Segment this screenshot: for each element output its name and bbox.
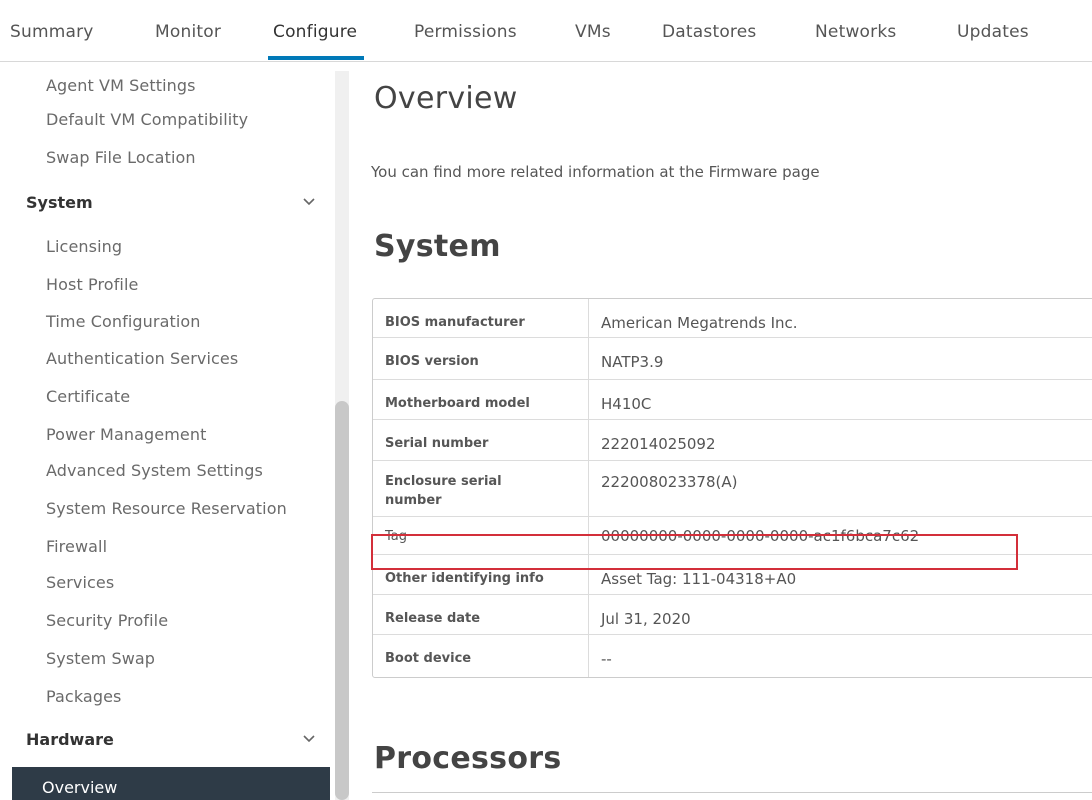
sidebar-item-system-swap[interactable]: System Swap [46, 649, 155, 668]
row-value: 00000000-0000-0000-0000-ac1f6bca7c62 [601, 527, 920, 545]
chevron-down-icon [303, 735, 315, 743]
row-label: Tag [373, 517, 589, 554]
row-label: Release date [373, 595, 589, 634]
sidebar-item-system-resource-reservation[interactable]: System Resource Reservation [46, 499, 287, 518]
sidebar-item-advanced-system-settings[interactable]: Advanced System Settings [46, 461, 263, 480]
tab-monitor[interactable]: Monitor [155, 22, 221, 42]
row-value: NATP3.9 [601, 353, 664, 371]
row-value: -- [601, 650, 612, 668]
tab-updates[interactable]: Updates [957, 22, 1029, 42]
row-label: Enclosure serial number [373, 461, 589, 516]
row-label: Motherboard model [373, 380, 589, 419]
sidebar-item-host-profile[interactable]: Host Profile [46, 275, 138, 294]
table-row: Serial number 222014025092 [373, 420, 1092, 461]
sidebar-group-system[interactable]: System [26, 193, 326, 212]
page-title: Overview [374, 81, 518, 116]
sidebar-item-authentication-services[interactable]: Authentication Services [46, 349, 238, 368]
row-value: Jul 31, 2020 [601, 610, 691, 628]
table-row: Enclosure serial number 222008023378(A) [373, 461, 1092, 517]
processors-table [372, 792, 1092, 800]
table-row: Motherboard model H410C [373, 380, 1092, 420]
sidebar-item-default-vm-compatibility[interactable]: Default VM Compatibility [46, 110, 248, 129]
row-value: Asset Tag: 111-04318+A0 [601, 570, 797, 588]
processors-heading: Processors [374, 741, 562, 776]
row-value: H410C [601, 395, 652, 413]
table-row: BIOS manufacturer American Megatrends In… [373, 299, 1092, 338]
sidebar-group-label: Hardware [26, 730, 114, 749]
table-row: Other identifying info Asset Tag: 111-04… [373, 555, 1092, 595]
sidebar-item-label: Overview [42, 778, 118, 797]
tab-vms[interactable]: VMs [575, 22, 611, 42]
sidebar-group-label: System [26, 193, 93, 212]
row-label: Other identifying info [373, 555, 589, 594]
host-configure-view: Summary Monitor Configure Permissions VM… [0, 0, 1092, 800]
system-info-table: BIOS manufacturer American Megatrends In… [372, 298, 1092, 678]
sidebar-item-licensing[interactable]: Licensing [46, 237, 122, 256]
tab-datastores[interactable]: Datastores [662, 22, 756, 42]
sidebar-item-services[interactable]: Services [46, 573, 114, 592]
sidebar-item-swap-file-location[interactable]: Swap File Location [46, 148, 196, 167]
firmware-info-text: You can find more related information at… [371, 163, 820, 181]
row-label: Boot device [373, 635, 589, 677]
tab-summary[interactable]: Summary [10, 22, 94, 42]
row-value: 222014025092 [601, 435, 716, 453]
table-row-tag: Tag 00000000-0000-0000-0000-ac1f6bca7c62 [373, 517, 1092, 555]
row-label: BIOS manufacturer [373, 299, 589, 337]
row-value: American Megatrends Inc. [601, 314, 798, 332]
table-row: Release date Jul 31, 2020 [373, 595, 1092, 635]
sidebar-item-agent-vm-settings[interactable]: Agent VM Settings [46, 76, 196, 95]
sidebar-item-firewall[interactable]: Firewall [46, 537, 107, 556]
tab-networks[interactable]: Networks [815, 22, 896, 42]
row-label: Serial number [373, 420, 589, 460]
sidebar-item-overview[interactable]: Overview [12, 767, 330, 800]
chevron-down-icon [303, 198, 315, 206]
active-tab-indicator [268, 56, 364, 60]
table-row: BIOS version NATP3.9 [373, 338, 1092, 380]
row-label: BIOS version [373, 338, 589, 379]
tab-permissions[interactable]: Permissions [414, 22, 517, 42]
sidebar-item-security-profile[interactable]: Security Profile [46, 611, 168, 630]
sidebar-item-time-configuration[interactable]: Time Configuration [46, 312, 201, 331]
sidebar-item-power-management[interactable]: Power Management [46, 425, 206, 444]
top-tab-bar: Summary Monitor Configure Permissions VM… [0, 0, 1092, 62]
tab-configure[interactable]: Configure [273, 22, 357, 42]
table-row: Boot device -- [373, 635, 1092, 677]
row-value: 222008023378(A) [601, 473, 738, 491]
main-content: Overview You can find more related infor… [356, 63, 1092, 800]
sidebar-scrollbar-thumb[interactable] [335, 401, 349, 800]
sidebar-group-hardware[interactable]: Hardware [26, 730, 326, 749]
sidebar: Agent VM Settings Default VM Compatibili… [0, 63, 356, 800]
sidebar-item-packages[interactable]: Packages [46, 687, 121, 706]
system-heading: System [374, 229, 501, 264]
sidebar-item-certificate[interactable]: Certificate [46, 387, 130, 406]
